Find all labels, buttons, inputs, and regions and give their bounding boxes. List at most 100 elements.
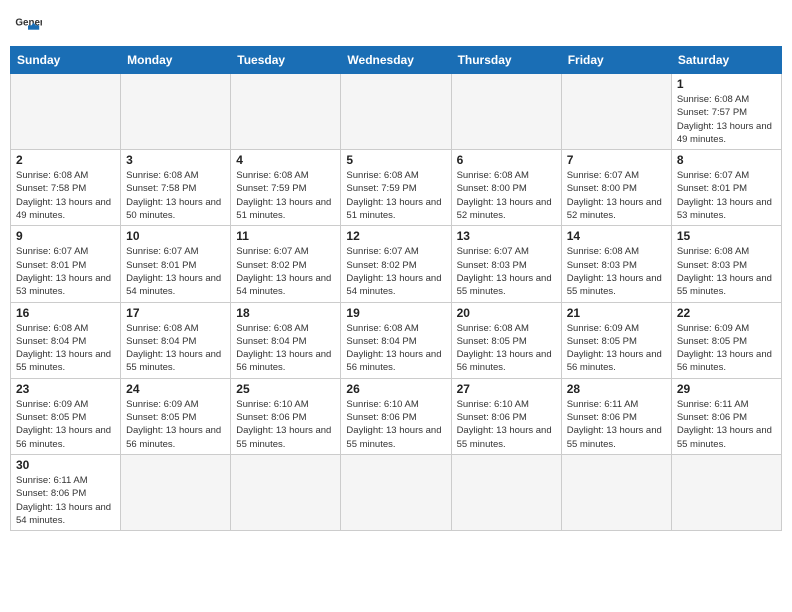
day-cell: [561, 454, 671, 530]
day-info: Sunrise: 6:10 AMSunset: 8:06 PMDaylight:…: [457, 398, 556, 451]
day-info: Sunrise: 6:07 AMSunset: 8:01 PMDaylight:…: [677, 169, 776, 222]
day-info: Sunrise: 6:09 AMSunset: 8:05 PMDaylight:…: [16, 398, 115, 451]
day-number: 10: [126, 229, 225, 243]
day-number: 22: [677, 306, 776, 320]
day-cell: 19 Sunrise: 6:08 AMSunset: 8:04 PMDayligh…: [341, 302, 451, 378]
logo: General: [14, 10, 46, 38]
day-number: 20: [457, 306, 556, 320]
day-cell: 9 Sunrise: 6:07 AMSunset: 8:01 PMDaylight…: [11, 226, 121, 302]
day-cell: 20 Sunrise: 6:08 AMSunset: 8:05 PMDayligh…: [451, 302, 561, 378]
day-info: Sunrise: 6:08 AMSunset: 8:00 PMDaylight:…: [457, 169, 556, 222]
day-info: Sunrise: 6:08 AMSunset: 7:59 PMDaylight:…: [346, 169, 445, 222]
weekday-header-sunday: Sunday: [11, 47, 121, 74]
day-cell: 15 Sunrise: 6:08 AMSunset: 8:03 PMDayligh…: [671, 226, 781, 302]
logo-icon: General: [14, 10, 42, 38]
day-number: 23: [16, 382, 115, 396]
day-cell: 23 Sunrise: 6:09 AMSunset: 8:05 PMDayligh…: [11, 378, 121, 454]
day-cell: [231, 74, 341, 150]
day-number: 4: [236, 153, 335, 167]
day-number: 15: [677, 229, 776, 243]
day-number: 5: [346, 153, 445, 167]
day-cell: 6 Sunrise: 6:08 AMSunset: 8:00 PMDaylight…: [451, 150, 561, 226]
day-cell: [341, 454, 451, 530]
day-number: 2: [16, 153, 115, 167]
day-cell: [341, 74, 451, 150]
day-cell: 3 Sunrise: 6:08 AMSunset: 7:58 PMDaylight…: [121, 150, 231, 226]
day-cell: 26Sunrise: 6:10 AMSunset: 8:06 PMDayligh…: [341, 378, 451, 454]
weekday-header-row: SundayMondayTuesdayWednesdayThursdayFrid…: [11, 47, 782, 74]
day-number: 19: [346, 306, 445, 320]
day-info: Sunrise: 6:08 AMSunset: 8:04 PMDaylight:…: [16, 322, 115, 375]
day-cell: 5 Sunrise: 6:08 AMSunset: 7:59 PMDaylight…: [341, 150, 451, 226]
day-info: Sunrise: 6:07 AMSunset: 8:01 PMDaylight:…: [16, 245, 115, 298]
day-cell: [121, 74, 231, 150]
day-cell: 10 Sunrise: 6:07 AMSunset: 8:01 PMDayligh…: [121, 226, 231, 302]
day-cell: [451, 74, 561, 150]
day-cell: 16 Sunrise: 6:08 AMSunset: 8:04 PMDayligh…: [11, 302, 121, 378]
day-cell: 27Sunrise: 6:10 AMSunset: 8:06 PMDayligh…: [451, 378, 561, 454]
weekday-header-friday: Friday: [561, 47, 671, 74]
weekday-header-tuesday: Tuesday: [231, 47, 341, 74]
week-row-5: 30Sunrise: 6:11 AMSunset: 8:06 PMDayligh…: [11, 454, 782, 530]
day-number: 9: [16, 229, 115, 243]
day-cell: 22Sunrise: 6:09 AMSunset: 8:05 PMDayligh…: [671, 302, 781, 378]
day-cell: 28 Sunrise: 6:11 AMSunset: 8:06 PMDayligh…: [561, 378, 671, 454]
day-number: 17: [126, 306, 225, 320]
day-info: Sunrise: 6:07 AMSunset: 8:01 PMDaylight:…: [126, 245, 225, 298]
day-number: 11: [236, 229, 335, 243]
day-cell: 17 Sunrise: 6:08 AMSunset: 8:04 PMDayligh…: [121, 302, 231, 378]
day-info: Sunrise: 6:08 AMSunset: 8:04 PMDaylight:…: [346, 322, 445, 375]
day-cell: 30Sunrise: 6:11 AMSunset: 8:06 PMDayligh…: [11, 454, 121, 530]
week-row-1: 2 Sunrise: 6:08 AMSunset: 7:58 PMDaylight…: [11, 150, 782, 226]
day-info: Sunrise: 6:07 AMSunset: 8:03 PMDaylight:…: [457, 245, 556, 298]
day-cell: 25Sunrise: 6:10 AMSunset: 8:06 PMDayligh…: [231, 378, 341, 454]
day-cell: [231, 454, 341, 530]
day-info: Sunrise: 6:08 AMSunset: 8:03 PMDaylight:…: [567, 245, 666, 298]
day-cell: 14Sunrise: 6:08 AMSunset: 8:03 PMDayligh…: [561, 226, 671, 302]
day-cell: 21 Sunrise: 6:09 AMSunset: 8:05 PMDayligh…: [561, 302, 671, 378]
day-number: 18: [236, 306, 335, 320]
week-row-4: 23 Sunrise: 6:09 AMSunset: 8:05 PMDayligh…: [11, 378, 782, 454]
weekday-header-monday: Monday: [121, 47, 231, 74]
day-info: Sunrise: 6:08 AMSunset: 7:58 PMDaylight:…: [16, 169, 115, 222]
day-info: Sunrise: 6:07 AMSunset: 8:02 PMDaylight:…: [236, 245, 335, 298]
weekday-header-saturday: Saturday: [671, 47, 781, 74]
calendar: SundayMondayTuesdayWednesdayThursdayFrid…: [10, 46, 782, 531]
day-info: Sunrise: 6:09 AMSunset: 8:05 PMDaylight:…: [126, 398, 225, 451]
page-header: General: [10, 10, 782, 38]
day-cell: [451, 454, 561, 530]
day-info: Sunrise: 6:08 AMSunset: 8:05 PMDaylight:…: [457, 322, 556, 375]
day-number: 21: [567, 306, 666, 320]
day-info: Sunrise: 6:08 AMSunset: 7:58 PMDaylight:…: [126, 169, 225, 222]
day-info: Sunrise: 6:09 AMSunset: 8:05 PMDaylight:…: [567, 322, 666, 375]
day-number: 7: [567, 153, 666, 167]
day-info: Sunrise: 6:07 AMSunset: 8:00 PMDaylight:…: [567, 169, 666, 222]
day-cell: 7 Sunrise: 6:07 AMSunset: 8:00 PMDaylight…: [561, 150, 671, 226]
weekday-header-wednesday: Wednesday: [341, 47, 451, 74]
day-cell: 4Sunrise: 6:08 AMSunset: 7:59 PMDaylight…: [231, 150, 341, 226]
week-row-2: 9 Sunrise: 6:07 AMSunset: 8:01 PMDaylight…: [11, 226, 782, 302]
day-info: Sunrise: 6:08 AMSunset: 8:03 PMDaylight:…: [677, 245, 776, 298]
day-number: 3: [126, 153, 225, 167]
day-number: 24: [126, 382, 225, 396]
day-info: Sunrise: 6:08 AMSunset: 8:04 PMDaylight:…: [126, 322, 225, 375]
day-number: 28: [567, 382, 666, 396]
day-number: 25: [236, 382, 335, 396]
day-cell: 1Sunrise: 6:08 AMSunset: 7:57 PMDaylight…: [671, 74, 781, 150]
day-info: Sunrise: 6:11 AMSunset: 8:06 PMDaylight:…: [567, 398, 666, 451]
day-info: Sunrise: 6:10 AMSunset: 8:06 PMDaylight:…: [346, 398, 445, 451]
day-cell: 8Sunrise: 6:07 AMSunset: 8:01 PMDaylight…: [671, 150, 781, 226]
day-cell: 13Sunrise: 6:07 AMSunset: 8:03 PMDayligh…: [451, 226, 561, 302]
day-cell: 2 Sunrise: 6:08 AMSunset: 7:58 PMDaylight…: [11, 150, 121, 226]
day-number: 1: [677, 77, 776, 91]
day-info: Sunrise: 6:11 AMSunset: 8:06 PMDaylight:…: [677, 398, 776, 451]
day-number: 12: [346, 229, 445, 243]
day-info: Sunrise: 6:11 AMSunset: 8:06 PMDaylight:…: [16, 474, 115, 527]
day-cell: 24 Sunrise: 6:09 AMSunset: 8:05 PMDayligh…: [121, 378, 231, 454]
week-row-0: 1Sunrise: 6:08 AMSunset: 7:57 PMDaylight…: [11, 74, 782, 150]
day-number: 29: [677, 382, 776, 396]
day-number: 6: [457, 153, 556, 167]
day-cell: [11, 74, 121, 150]
day-cell: [121, 454, 231, 530]
day-number: 16: [16, 306, 115, 320]
